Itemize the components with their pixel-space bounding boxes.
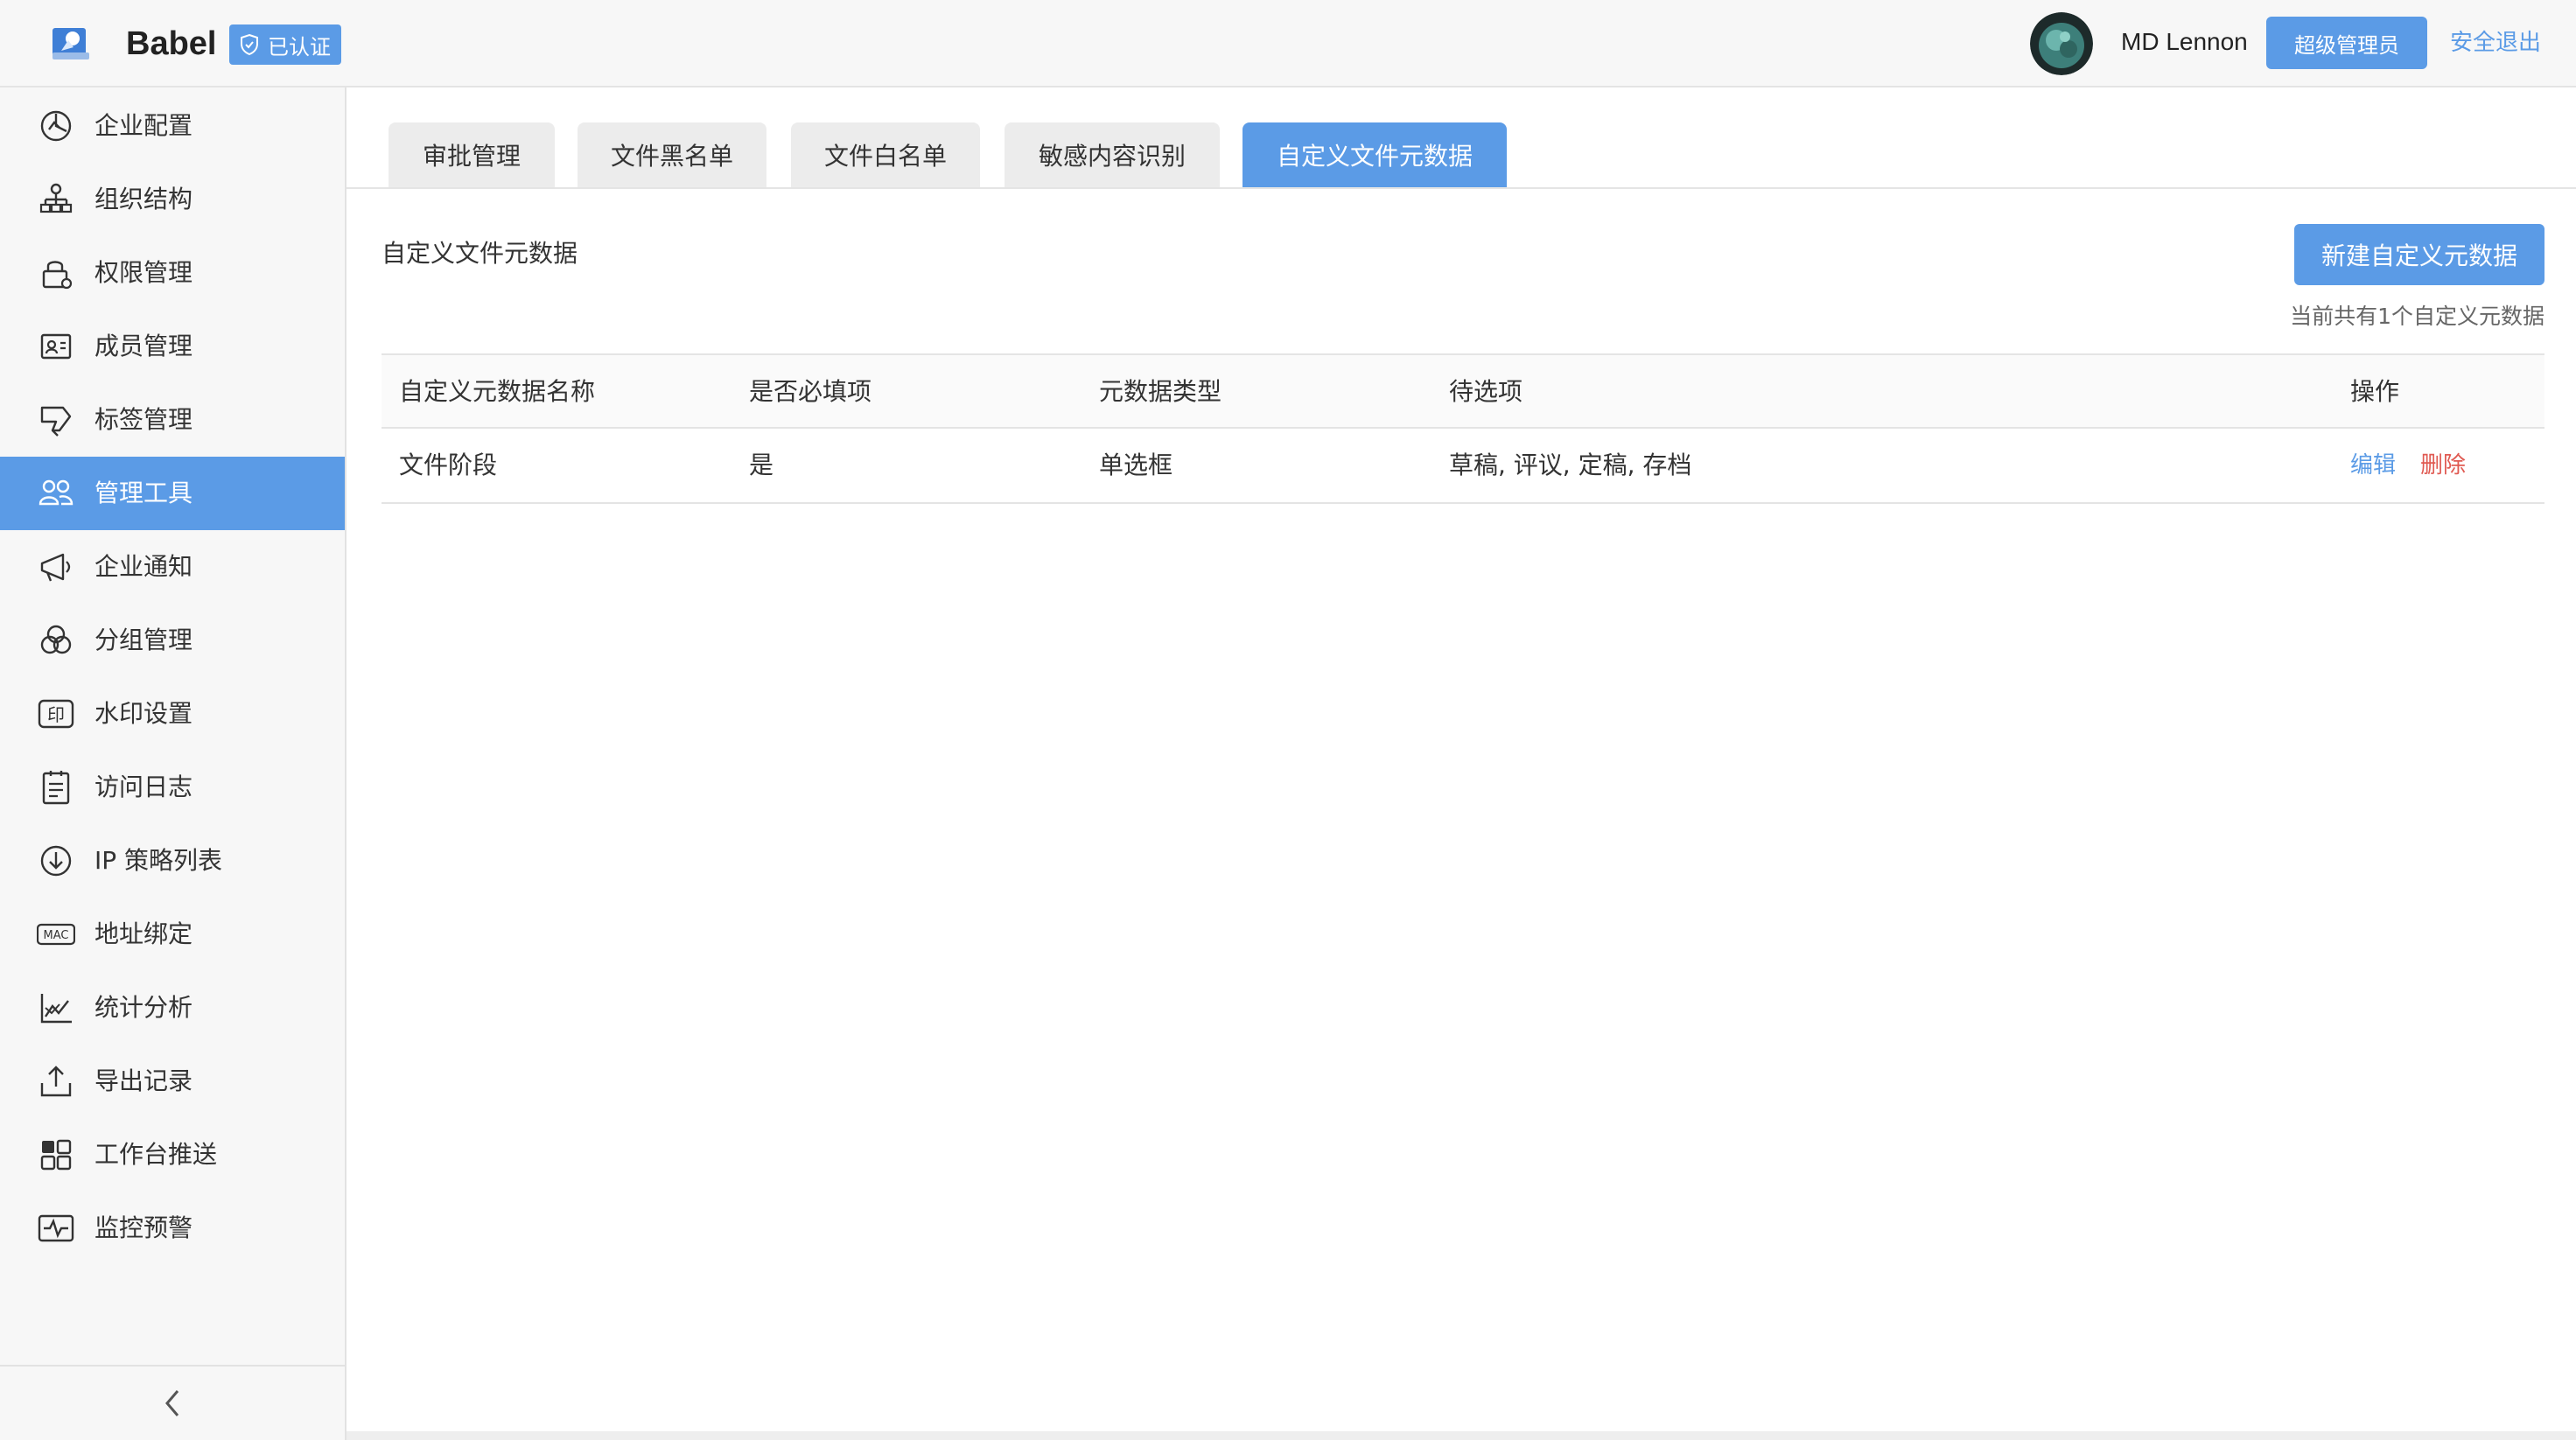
ip-policy-icon <box>40 845 72 877</box>
column-header-name: 自定义元数据名称 <box>399 377 596 406</box>
verified-badge: 已认证 <box>229 24 341 65</box>
sidebar-item-label: 管理工具 <box>94 479 193 507</box>
row-options: 草稿, 评议, 定稿, 存档 <box>1449 451 1692 479</box>
edit-link[interactable]: 编辑 <box>2350 429 2396 502</box>
sidebar-item-watermark[interactable]: 印 水印设置 <box>0 677 345 751</box>
sidebar-item-groups[interactable]: 分组管理 <box>0 604 345 677</box>
row-required: 是 <box>749 451 774 479</box>
column-header-actions: 操作 <box>2350 377 2400 406</box>
sidebar-item-access-log[interactable]: 访问日志 <box>0 751 345 824</box>
tab-approval-management[interactable]: 审批管理 <box>388 122 555 187</box>
sidebar-item-label: 访问日志 <box>94 772 193 801</box>
user-name: MD Lennon <box>2121 28 2248 55</box>
sidebar-item-monitoring[interactable]: 监控预警 <box>0 1192 345 1265</box>
sidebar-item-label: 权限管理 <box>94 258 193 287</box>
sidebar-item-label: 地址绑定 <box>94 919 193 948</box>
sidebar-item-permission[interactable]: 权限管理 <box>0 236 345 310</box>
sidebar-item-label: 监控预警 <box>94 1213 193 1242</box>
sidebar: 企业配置 组织结构 权限管理 成员管理 标签管理 管理工具 企业通知 分组管理 … <box>0 87 346 1440</box>
table-header-row: 自定义元数据名称 是否必填项 元数据类型 待选项 操作 <box>382 353 2544 429</box>
sidebar-item-tags[interactable]: 标签管理 <box>0 383 345 457</box>
permission-lock-icon <box>42 261 73 290</box>
babel-logo-icon[interactable] <box>49 21 93 65</box>
workbench-grid-icon <box>40 1139 72 1171</box>
logout-link[interactable]: 安全退出 <box>2450 24 2541 61</box>
sidebar-item-workbench-push[interactable]: 工作台推送 <box>0 1118 345 1192</box>
table-row: 文件阶段 是 单选框 草稿, 评议, 定稿, 存档 编辑 删除 <box>382 429 2544 504</box>
group-circles-icon <box>40 625 72 654</box>
section-title: 自定义文件元数据 <box>382 239 578 268</box>
sidebar-item-label: 企业通知 <box>94 552 193 581</box>
access-log-icon <box>42 771 70 805</box>
metadata-table: 自定义元数据名称 是否必填项 元数据类型 待选项 操作 文件阶段 是 单选框 草… <box>382 353 2544 504</box>
svg-text:MAC: MAC <box>44 929 69 942</box>
tab-sensitive-content[interactable]: 敏感内容识别 <box>1004 122 1220 187</box>
bottom-strip <box>346 1431 2576 1440</box>
tab-custom-file-metadata[interactable]: 自定义文件元数据 <box>1242 122 1507 187</box>
role-badge[interactable]: 超级管理员 <box>2266 17 2427 69</box>
top-header: Babel 已认证 MD Lennon 超级管理员 安全退出 <box>0 0 2576 87</box>
shield-check-icon <box>241 33 258 56</box>
avatar[interactable] <box>2030 12 2093 75</box>
sidebar-item-label: 水印设置 <box>94 699 193 728</box>
row-name: 文件阶段 <box>399 451 498 479</box>
verified-label: 已认证 <box>268 34 331 59</box>
sidebar-item-notifications[interactable]: 企业通知 <box>0 530 345 604</box>
statistics-chart-icon <box>40 994 72 1024</box>
tab-file-blacklist[interactable]: 文件黑名单 <box>578 122 766 187</box>
tab-bar: 审批管理 文件黑名单 文件白名单 敏感内容识别 自定义文件元数据 <box>346 87 2576 189</box>
sidebar-item-ip-policy[interactable]: IP 策略列表 <box>0 824 345 898</box>
sidebar-item-statistics[interactable]: 统计分析 <box>0 971 345 1045</box>
new-metadata-button[interactable]: 新建自定义元数据 <box>2294 224 2544 285</box>
sidebar-item-label: 标签管理 <box>94 405 193 434</box>
admin-tools-icon <box>38 479 74 506</box>
sidebar-item-org-structure[interactable]: 组织结构 <box>0 163 345 236</box>
column-header-options: 待选项 <box>1449 377 1523 406</box>
metadata-count-text: 当前共有1个自定义元数据 <box>2290 304 2544 329</box>
watermark-stamp-icon: 印 <box>38 699 74 729</box>
sidebar-item-label: IP 策略列表 <box>94 846 223 875</box>
chevron-left-icon[interactable] <box>155 1384 190 1423</box>
sidebar-item-label: 组织结构 <box>94 185 193 213</box>
member-card-icon <box>40 333 72 360</box>
sidebar-item-members[interactable]: 成员管理 <box>0 310 345 383</box>
sidebar-item-label: 工作台推送 <box>94 1140 218 1169</box>
org-structure-icon <box>39 183 73 213</box>
sidebar-item-label: 分组管理 <box>94 626 193 654</box>
sidebar-item-enterprise-config[interactable]: 企业配置 <box>0 89 345 163</box>
megaphone-icon <box>40 553 71 582</box>
monitor-pulse-icon <box>38 1214 74 1242</box>
sidebar-item-label: 成员管理 <box>94 332 193 360</box>
tab-file-whitelist[interactable]: 文件白名单 <box>791 122 980 187</box>
sidebar-item-mac-binding[interactable]: MAC 地址绑定 <box>0 898 345 971</box>
sidebar-item-admin-tools[interactable]: 管理工具 <box>0 457 345 530</box>
sidebar-footer <box>0 1365 345 1440</box>
sidebar-item-label: 企业配置 <box>94 111 193 140</box>
column-header-type: 元数据类型 <box>1099 377 1222 406</box>
enterprise-config-icon <box>40 110 72 142</box>
sidebar-item-label: 导出记录 <box>94 1066 193 1095</box>
sidebar-item-export-records[interactable]: 导出记录 <box>0 1045 345 1118</box>
export-icon <box>40 1066 72 1097</box>
sidebar-item-label: 统计分析 <box>94 993 193 1022</box>
svg-text:印: 印 <box>47 704 65 725</box>
brand-name: Babel <box>126 25 217 62</box>
delete-link[interactable]: 删除 <box>2420 429 2466 502</box>
row-type: 单选框 <box>1099 451 1173 479</box>
mac-binding-icon: MAC <box>37 923 75 946</box>
tag-icon <box>40 406 72 437</box>
column-header-required: 是否必填项 <box>749 377 872 406</box>
main-content: 审批管理 文件黑名单 文件白名单 敏感内容识别 自定义文件元数据 自定义文件元数… <box>346 87 2576 1431</box>
